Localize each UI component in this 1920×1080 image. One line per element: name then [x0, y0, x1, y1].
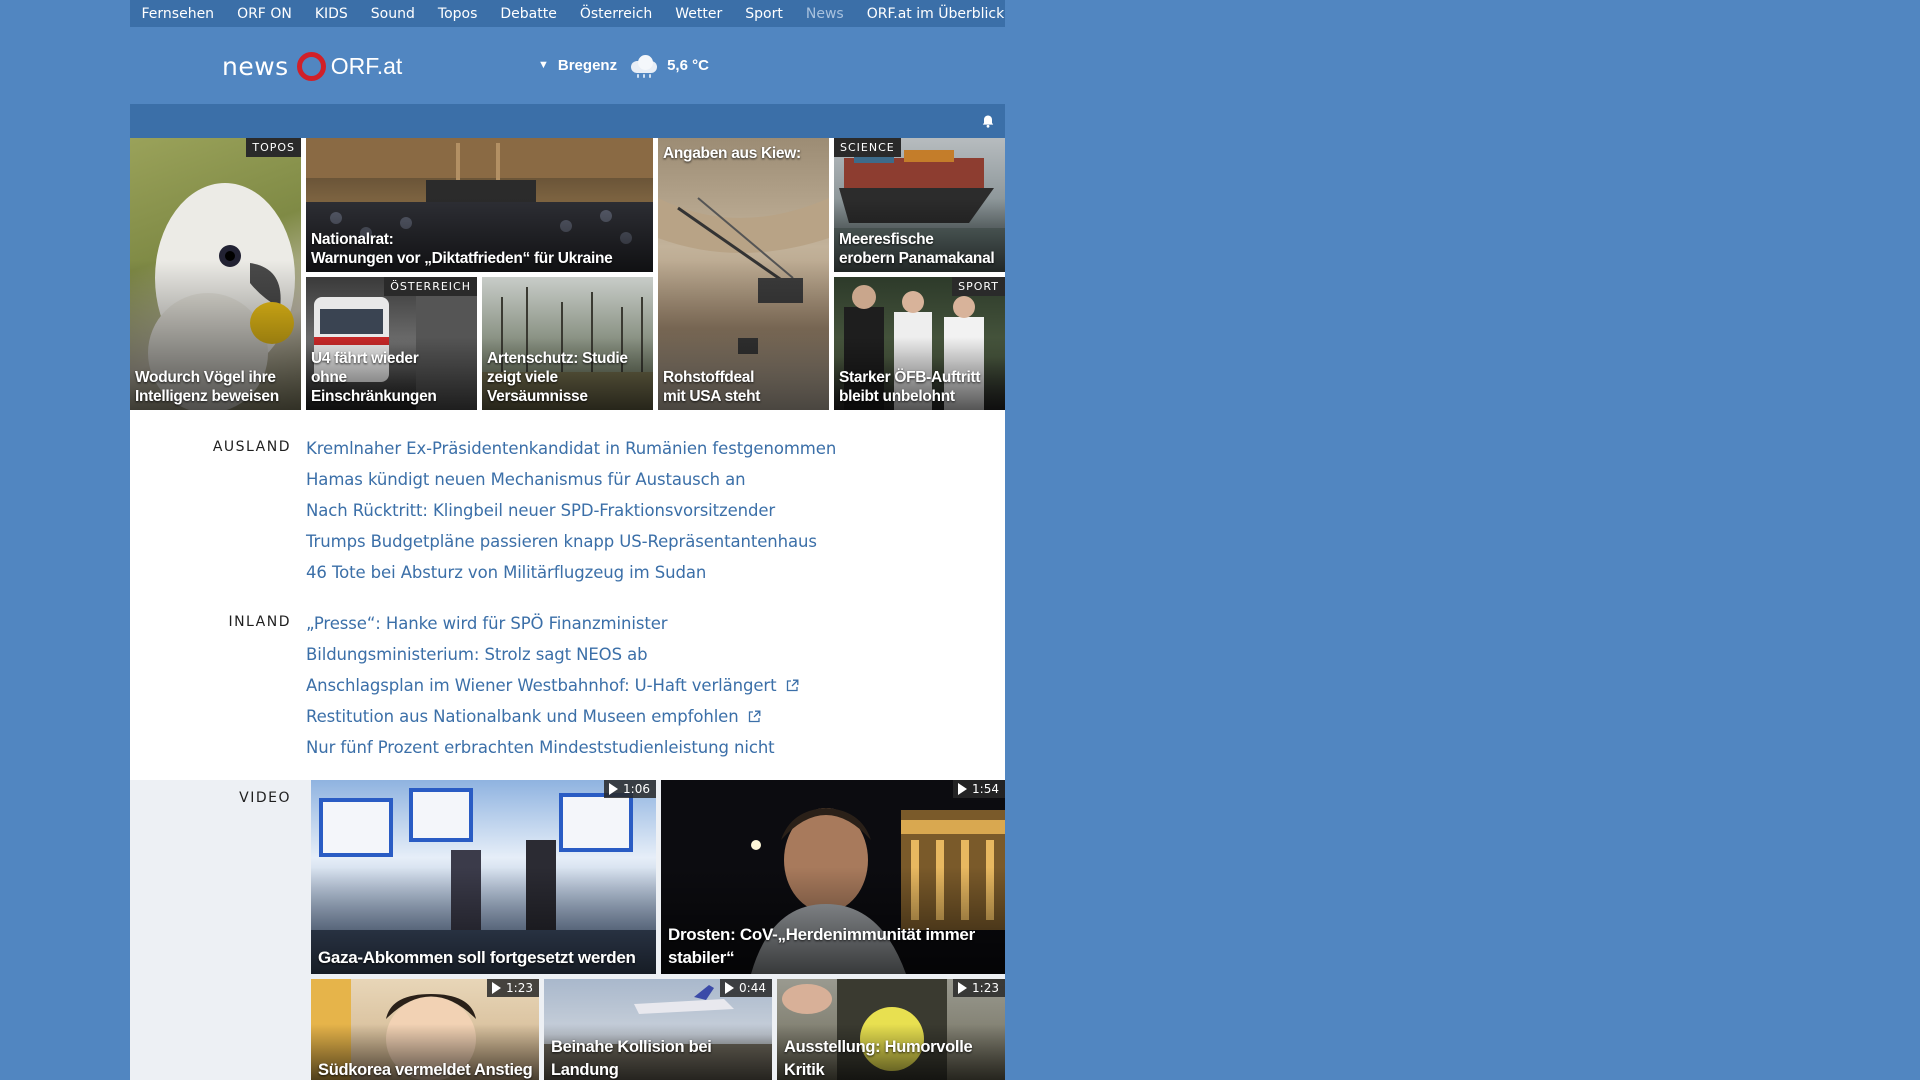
- story-text: Restitution aus Nationalbank und Museen …: [306, 707, 739, 726]
- story-link[interactable]: Nur fünf Prozent erbrachten Mindeststudi…: [306, 732, 799, 763]
- nav-wetter[interactable]: Wetter: [664, 6, 734, 22]
- nav-fernsehen[interactable]: Fernsehen: [130, 6, 226, 22]
- video-duration: 0:44: [720, 979, 772, 997]
- video-title: Beinahe Kollision bei Landung: [551, 1038, 712, 1079]
- play-icon: [492, 982, 502, 994]
- story-text: Bildungsministerium: Strolz sagt NEOS ab: [306, 645, 648, 664]
- story-list: Kremlnaher Ex-Präsidentenkandidat in Rum…: [306, 433, 836, 588]
- weather-city[interactable]: Bregenz: [558, 57, 617, 74]
- nav-kids[interactable]: KIDS: [303, 6, 359, 22]
- tile-title: Wodurch Vögel ihre Intelligenz beweisen: [135, 369, 279, 405]
- tile-title: Nationalrat: Warnungen vor „Diktatfrieden…: [311, 231, 613, 267]
- section-label: INLAND: [228, 614, 291, 630]
- nav-sport[interactable]: Sport: [734, 6, 795, 22]
- video-title: Südkorea vermeldet Anstieg: [318, 1061, 533, 1079]
- video-tile[interactable]: 1:23 Südkorea vermeldet Anstieg: [311, 979, 539, 1080]
- story-tile[interactable]: Angaben aus Kiew: Rohstoffdeal mit USA st…: [658, 138, 829, 410]
- story-text: „Presse“: Hanke wird für SPÖ Finanzminis…: [306, 614, 668, 633]
- story-tile[interactable]: TOPOS Wodurch Vögel ihre Intelligenz bewe…: [130, 138, 301, 410]
- nav-debatte[interactable]: Debatte: [489, 6, 568, 22]
- story-link[interactable]: Hamas kündigt neuen Mechanismus für Aust…: [306, 464, 836, 495]
- tile-title: U4 fährt wieder ohne Einschränkungen: [311, 350, 437, 405]
- video-title: Ausstellung: Humorvolle Kritik: [784, 1038, 973, 1079]
- logo-news-text: news: [222, 51, 289, 81]
- story-tile[interactable]: SPORT Starker ÖFB-Auftritt bleibt unbeloh…: [834, 277, 1005, 410]
- nav-topos[interactable]: Topos: [426, 6, 488, 22]
- play-icon: [609, 783, 619, 795]
- tile-title: Meeresfische erobern Panamakanal: [839, 231, 995, 267]
- section-video: VIDEO 1:06 Gaza-Abkommen soll fortgesetz…: [130, 780, 1005, 1080]
- tile-title: Starker ÖFB-Auftritt bleibt unbelohnt: [839, 369, 981, 405]
- story-text: Nur fünf Prozent erbrachten Mindeststudi…: [306, 738, 775, 757]
- story-link[interactable]: 46 Tote bei Absturz von Militärflugzeug …: [306, 557, 836, 588]
- story-link[interactable]: Trumps Budgetpläne passieren knapp US-Re…: [306, 526, 836, 557]
- news-lists: AUSLAND Kremlnaher Ex-Präsidentenkandida…: [130, 410, 1005, 780]
- tile-title: Rohstoffdeal mit USA steht: [663, 369, 761, 405]
- story-link[interactable]: Bildungsministerium: Strolz sagt NEOS ab: [306, 639, 799, 670]
- nav-oesterreich[interactable]: Österreich: [568, 6, 663, 22]
- section-bar: [130, 104, 1005, 138]
- tile-title: Artenschutz: Studie zeigt viele Versäumni…: [487, 350, 628, 405]
- top-stories-grid: TOPOS Wodurch Vögel ihre Intelligenz bewe…: [130, 138, 1005, 410]
- story-list: „Presse“: Hanke wird für SPÖ Finanzminis…: [306, 608, 799, 763]
- external-link-icon: [748, 710, 761, 723]
- section-label: VIDEO: [239, 790, 291, 806]
- video-tile[interactable]: 1:23 Ausstellung: Humorvolle Kritik: [777, 979, 1005, 1080]
- play-icon: [958, 982, 968, 994]
- nav-overview[interactable]: ORF.at im Überblick: [855, 6, 1015, 22]
- story-link[interactable]: Kremlnaher Ex-Präsidentenkandidat in Rum…: [306, 433, 836, 464]
- story-text: Anschlagsplan im Wiener Westbahnhof: U-H…: [306, 676, 777, 695]
- video-duration: 1:23: [487, 979, 539, 997]
- weather-temperature: 5,6 °C: [667, 56, 709, 74]
- category-tag: SCIENCE: [834, 138, 901, 157]
- cloud-rain-icon: [627, 53, 661, 78]
- video-title: Gaza-Abkommen soll fortgesetzt werden: [318, 948, 636, 967]
- play-icon: [958, 783, 968, 795]
- news-orf-logo[interactable]: news ORF.at: [222, 48, 402, 84]
- bell-icon[interactable]: [981, 114, 995, 128]
- story-link[interactable]: „Presse“: Hanke wird für SPÖ Finanzminis…: [306, 608, 799, 639]
- story-tile[interactable]: Artenschutz: Studie zeigt viele Versäumni…: [482, 277, 653, 410]
- category-tag: SPORT: [952, 277, 1005, 296]
- story-link[interactable]: Restitution aus Nationalbank und Museen …: [306, 701, 799, 732]
- video-tile[interactable]: 0:44 Beinahe Kollision bei Landung: [544, 979, 772, 1080]
- nav-news[interactable]: News: [794, 6, 855, 22]
- video-duration: 1:54: [953, 780, 1005, 798]
- story-link[interactable]: Anschlagsplan im Wiener Westbahnhof: U-H…: [306, 670, 799, 701]
- play-icon: [725, 982, 735, 994]
- video-duration: 1:06: [604, 780, 656, 798]
- nav-sound[interactable]: Sound: [359, 6, 426, 22]
- external-link-icon: [786, 679, 798, 692]
- nav-orf-on[interactable]: ORF ON: [226, 6, 304, 22]
- dropdown-caret-icon[interactable]: ▼: [538, 59, 549, 71]
- top-navigation: Fernsehen ORF ON KIDS Sound Topos Debatt…: [130, 0, 1005, 27]
- weather-widget: ▼ Bregenz 5,6 °C: [538, 53, 709, 78]
- category-tag: TOPOS: [246, 138, 301, 157]
- story-tile[interactable]: ÖSTERREICH U4 fährt wieder ohne Einschrän…: [306, 277, 477, 410]
- video-tile[interactable]: 1:06 Gaza-Abkommen soll fortgesetzt werd…: [311, 780, 656, 974]
- video-duration: 1:23: [953, 979, 1005, 997]
- section-label: AUSLAND: [212, 439, 291, 455]
- story-tile[interactable]: SCIENCE Meeresfische erobern Panamakanal: [834, 138, 1005, 272]
- story-link[interactable]: Nach Rücktritt: Klingbeil neuer SPD-Frak…: [306, 495, 836, 526]
- video-tile[interactable]: 1:54 Drosten: CoV-„Herdenimmunität immer…: [661, 780, 1005, 974]
- video-title: Drosten: CoV-„Herdenimmunität immer stabi…: [668, 925, 975, 967]
- orf-ring-icon: [296, 51, 326, 81]
- story-tile[interactable]: Nationalrat: Warnungen vor „Diktatfrieden…: [306, 138, 653, 272]
- tile-kicker: Angaben aus Kiew:: [663, 145, 801, 162]
- category-tag: ÖSTERREICH: [384, 277, 477, 296]
- logo-orf-text: ORF.at: [330, 52, 403, 79]
